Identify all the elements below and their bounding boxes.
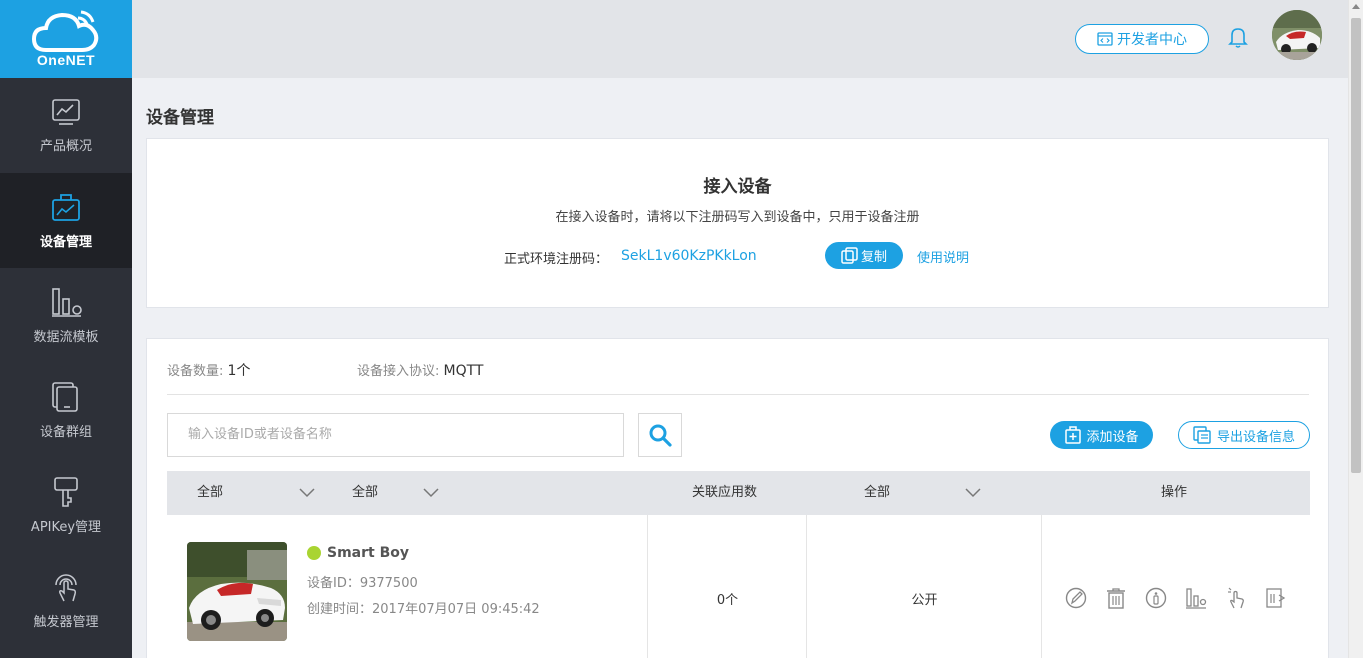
device-protocol: 设备接入协议: MQTT — [357, 360, 484, 379]
page-scrollbar[interactable] — [1348, 0, 1363, 658]
bell-icon[interactable] — [1228, 26, 1248, 52]
copy-button[interactable]: 复制 — [825, 242, 903, 269]
sidebar-item-label: 数据流模板 — [33, 330, 99, 345]
add-device-icon — [1065, 426, 1082, 444]
sidebar-item-device-management[interactable]: 设备管理 — [0, 173, 132, 268]
sidebar-item-apikey[interactable]: APIKey管理 — [0, 458, 132, 553]
bar-chart-icon — [52, 288, 82, 317]
online-status-dot — [307, 546, 321, 560]
debug-touch-icon[interactable] — [1225, 587, 1247, 609]
filter-all-2[interactable]: 全部 — [352, 471, 378, 515]
avatar[interactable] — [1272, 10, 1322, 60]
onenet-logo[interactable]: OneNET — [0, 0, 132, 78]
device-count-value: 1个 — [227, 363, 251, 379]
device-icon — [52, 194, 80, 221]
filter-all-3[interactable]: 全部 — [864, 471, 890, 515]
chevron-down-icon[interactable] — [299, 487, 315, 499]
column-actions: 操作 — [1161, 485, 1188, 500]
top-header: 开发者中心 — [132, 0, 1348, 78]
cloud-logo-icon — [32, 10, 99, 52]
page-title: 设备管理 — [146, 108, 214, 128]
datastream-icon[interactable] — [1185, 587, 1207, 609]
column-divider — [806, 515, 807, 658]
device-group-icon — [52, 382, 78, 412]
search-button[interactable] — [638, 413, 682, 457]
developer-center-label: 开发者中心 — [1117, 32, 1187, 48]
info-icon[interactable] — [1145, 587, 1167, 609]
sidebar-item-label: 产品概况 — [39, 139, 92, 154]
sidebar-item-device-group[interactable]: 设备群组 — [0, 363, 132, 458]
device-count-label: 设备数量: — [167, 364, 224, 379]
app-root: OneNET 产品概况 设备管理 数据流模板 设备群组 APIKey管理 触发器… — [0, 0, 1363, 658]
sidebar-item-product-overview[interactable]: 产品概况 — [0, 78, 132, 173]
row-actions — [1065, 587, 1287, 609]
column-divider — [647, 515, 648, 658]
chevron-down-icon[interactable] — [965, 487, 981, 499]
sidebar-item-trigger[interactable]: 触发器管理 — [0, 553, 132, 648]
copy-icon — [841, 246, 858, 264]
linked-apps-count: 0个 — [716, 593, 739, 608]
developer-center-button[interactable]: 开发者中心 — [1075, 24, 1209, 54]
device-created-time: 创建时间：2017年07月07日 09:45:42 — [307, 602, 540, 617]
device-list-card: 设备数量: 1个 设备接入协议: MQTT 输入设备ID或者设备名称 添加设备 — [146, 338, 1329, 658]
table-row: Smart Boy 设备ID：9377500 创建时间：2017年07月07日 … — [167, 515, 1310, 658]
export-info-icon — [1193, 426, 1211, 444]
access-device-card: 接入设备 在接入设备时，请将以下注册码写入到设备中，只用于设备注册 正式环境注册… — [146, 138, 1329, 308]
sidebar: OneNET 产品概况 设备管理 数据流模板 设备群组 APIKey管理 触发器… — [0, 0, 132, 658]
protocol-value: MQTT — [443, 363, 484, 379]
brand-name: OneNET — [36, 52, 96, 68]
search-input[interactable]: 输入设备ID或者设备名称 — [167, 413, 624, 457]
column-divider — [1041, 515, 1042, 658]
device-name[interactable]: Smart Boy — [307, 545, 409, 561]
sidebar-item-label: 触发器管理 — [33, 615, 99, 630]
protocol-label: 设备接入协议: — [357, 364, 440, 379]
delete-icon[interactable] — [1105, 587, 1127, 609]
export-device-info-button[interactable]: 导出设备信息 — [1178, 421, 1310, 449]
touch-trigger-icon — [55, 574, 77, 602]
registration-code-value: SekL1v60KzPKkLon — [621, 248, 757, 264]
visibility-status: 公开 — [911, 593, 938, 608]
copy-label: 复制 — [860, 250, 887, 265]
device-image — [187, 542, 287, 641]
device-name-text: Smart Boy — [327, 545, 410, 561]
usage-instructions-link[interactable]: 使用说明 — [917, 247, 969, 266]
filter-all-1[interactable]: 全部 — [197, 471, 223, 515]
line-chart-icon — [52, 99, 80, 125]
export-icon[interactable] — [1265, 587, 1287, 609]
code-icon — [1097, 32, 1113, 46]
chevron-down-icon[interactable] — [423, 487, 439, 499]
sidebar-item-label: 设备群组 — [39, 425, 92, 440]
edit-icon[interactable] — [1065, 587, 1087, 609]
divider — [167, 394, 1309, 395]
registration-code-label: 正式环境注册码： — [504, 252, 609, 267]
add-device-button[interactable]: 添加设备 — [1050, 421, 1153, 449]
add-device-label: 添加设备 — [1086, 429, 1139, 445]
device-id: 设备ID：9377500 — [307, 576, 418, 591]
export-device-info-label: 导出设备信息 — [1216, 429, 1295, 445]
sidebar-item-label: 设备管理 — [39, 235, 92, 250]
access-title: 接入设备 — [703, 177, 772, 197]
access-description: 在接入设备时，请将以下注册码写入到设备中，只用于设备注册 — [555, 210, 920, 225]
search-icon — [649, 424, 672, 447]
table-header: 全部 全部 关联应用数 全部 操作 — [167, 471, 1310, 515]
sidebar-item-label: APIKey管理 — [30, 520, 102, 535]
device-count: 设备数量: 1个 — [167, 360, 250, 380]
column-linked-apps: 关联应用数 — [692, 485, 758, 500]
scroll-up-icon[interactable] — [1352, 4, 1360, 9]
scrollbar-thumb[interactable] — [1351, 18, 1361, 473]
sidebar-item-datastream-template[interactable]: 数据流模板 — [0, 268, 132, 363]
key-icon — [54, 477, 78, 507]
